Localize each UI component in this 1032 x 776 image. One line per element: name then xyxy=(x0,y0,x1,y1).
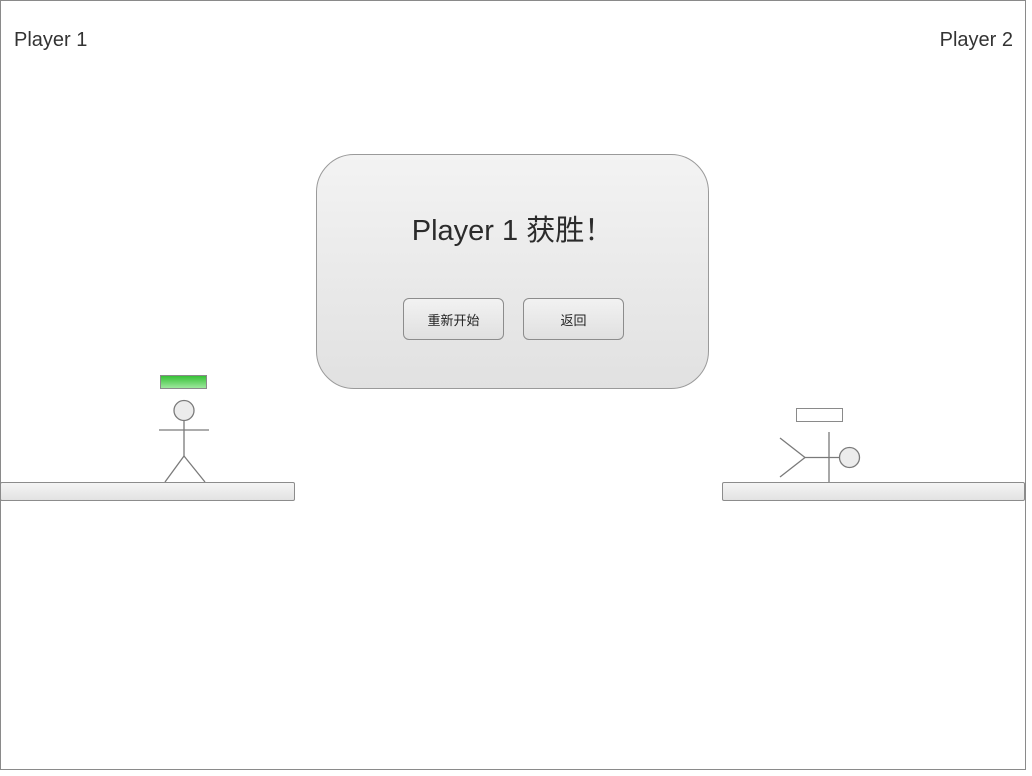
restart-button[interactable]: 重新开始 xyxy=(403,298,504,340)
player-1-label: Player 1 xyxy=(14,29,88,51)
player-2-label: Player 2 xyxy=(939,29,1013,51)
victory-dialog: Player 1 获胜！ 重新开始 返回 xyxy=(316,154,709,389)
player-2-health-bar xyxy=(796,408,843,422)
player-1-stickman xyxy=(159,399,209,483)
left-platform xyxy=(1,482,295,501)
player-1-health-fill xyxy=(161,376,206,388)
right-platform xyxy=(722,482,1025,501)
victory-title: Player 1 获胜！ xyxy=(411,215,614,247)
player-1-health-bar xyxy=(160,375,207,389)
player-2-stickman-knocked-down xyxy=(779,432,861,482)
back-button[interactable]: 返回 xyxy=(523,298,624,340)
game-stage: Player 1 Player 2 Player 1 获胜！ 重新开始 返回 xyxy=(0,0,1026,770)
